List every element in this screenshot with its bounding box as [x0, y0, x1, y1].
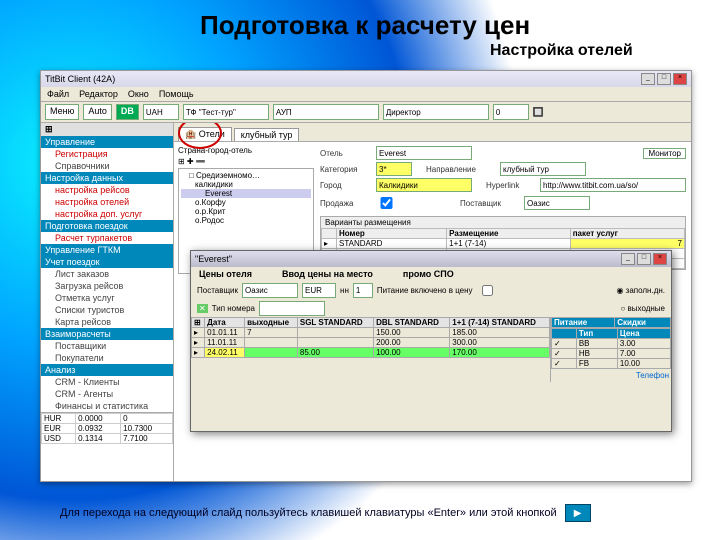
hotel-input[interactable]: [376, 146, 472, 160]
sidebar: ⊞ Управление Регистрация Справочники Нас…: [41, 123, 174, 481]
auto-button[interactable]: Auto: [83, 104, 112, 120]
director-field[interactable]: [383, 104, 489, 120]
menu-button[interactable]: Меню: [45, 104, 79, 120]
popup-close[interactable]: ×: [653, 253, 667, 265]
table-row[interactable]: ▸01.01.117150.00185.00: [192, 328, 550, 338]
aup-field[interactable]: [273, 104, 379, 120]
sidebar-item-finance[interactable]: Финансы и статистика: [41, 400, 173, 412]
rates-table: HUR0.00000 EUR0.093210.7300 USD0.13147.7…: [41, 412, 173, 444]
sidebar-grp-acct[interactable]: Учет поездок: [41, 256, 173, 268]
toolbar-end-icon[interactable]: 🔲: [533, 107, 544, 118]
sidebar-item-tourists[interactable]: Списки туристов: [41, 304, 173, 316]
nav-toggle[interactable]: ⊞: [41, 123, 173, 136]
category-input[interactable]: [376, 162, 412, 176]
sidebar-grp-manage[interactable]: Управление: [41, 136, 173, 148]
sidebar-item-crm-agents[interactable]: CRM - Агенты: [41, 388, 173, 400]
menu-window[interactable]: Окно: [128, 89, 149, 99]
sidebar-item-buyers[interactable]: Покупатели: [41, 352, 173, 364]
table-row[interactable]: ✓HB7.00: [552, 349, 671, 359]
room-type[interactable]: [259, 301, 325, 316]
popup-supplier[interactable]: [242, 283, 298, 298]
popup-min[interactable]: _: [621, 253, 635, 265]
firm-field[interactable]: [183, 104, 269, 120]
num-field[interactable]: [493, 104, 529, 120]
prices-table: ⊞ДатавыходныеSGL STANDARDDBL STANDARD1+1…: [191, 317, 550, 358]
sidebar-item-flights[interactable]: настройка рейсов: [41, 184, 173, 196]
maximize-button[interactable]: □: [657, 73, 671, 85]
prices-popup: "Everest" _□× Цены отеляВвод цены на мес…: [190, 250, 672, 432]
hyperlink-input[interactable]: [540, 178, 686, 192]
table-row[interactable]: ✓FB10.00: [552, 359, 671, 369]
menubar: Файл Редактор Окно Помощь: [41, 87, 691, 102]
table-row[interactable]: ▸24.02.1185.00100.00170.00: [192, 348, 550, 358]
sidebar-item-reg[interactable]: Регистрация: [41, 148, 173, 160]
db-button[interactable]: DB: [116, 104, 139, 120]
tab-hotels[interactable]: 🏨 Отели: [178, 127, 232, 141]
direction-input[interactable]: [500, 162, 586, 176]
minimize-button[interactable]: _: [641, 73, 655, 85]
phone-link[interactable]: Телефон: [551, 369, 671, 382]
close-button[interactable]: ×: [673, 73, 687, 85]
titlebar: TitBit Client (42A) _ □ ×: [41, 71, 691, 87]
meals-panel: ПитаниеСкидки ТипЦена ✓BB3.00 ✓HB7.00 ✓F…: [550, 317, 671, 382]
currency-field[interactable]: [143, 104, 179, 120]
food-checkbox[interactable]: [481, 285, 494, 296]
sidebar-item-crm-clients[interactable]: CRM - Клиенты: [41, 376, 173, 388]
table-row[interactable]: ▸11.01.11200.00300.00: [192, 338, 550, 348]
sidebar-grp-data[interactable]: Настройка данных: [41, 172, 173, 184]
toolbar: Меню Auto DB 🔲: [41, 102, 691, 123]
menu-file[interactable]: Файл: [47, 89, 69, 99]
popup-title: "Everest": [195, 254, 232, 264]
slide-title: Подготовка к расчету цен: [200, 10, 530, 41]
sidebar-item-orders[interactable]: Лист заказов: [41, 268, 173, 280]
sidebar-grp-gtkm[interactable]: Управление ГТКМ: [41, 244, 173, 256]
footer-text: Для перехода на следующий слайд пользуйт…: [60, 507, 557, 519]
sidebar-grp-trips[interactable]: Подготовка поездок: [41, 220, 173, 232]
tabbar: 🏨 Отели клубный тур: [174, 123, 691, 142]
city-input[interactable]: [376, 178, 472, 192]
sidebar-item-extras[interactable]: настройка доп. услуг: [41, 208, 173, 220]
provider-input[interactable]: [524, 196, 590, 210]
sidebar-grp-settle[interactable]: Взаиморасчеты: [41, 328, 173, 340]
popup-nn[interactable]: [353, 283, 373, 298]
sidebar-grp-analysis[interactable]: Анализ: [41, 364, 173, 376]
popup-currency[interactable]: [302, 283, 336, 298]
sidebar-item-services[interactable]: Отметка услуг: [41, 292, 173, 304]
sidebar-item-load[interactable]: Загрузка рейсов: [41, 280, 173, 292]
tab-tour[interactable]: клубный тур: [234, 128, 300, 141]
table-row[interactable]: ▸STANDARD1+1 (7-14)7: [322, 239, 685, 249]
sidebar-item-dict[interactable]: Справочники: [41, 160, 173, 172]
sidebar-item-calc[interactable]: Расчет турпакетов: [41, 232, 173, 244]
popup-max[interactable]: □: [637, 253, 651, 265]
next-button[interactable]: ▶: [565, 504, 591, 522]
footer: Для перехода на следующий слайд пользуйт…: [60, 504, 591, 522]
sale-checkbox[interactable]: [380, 197, 393, 209]
menu-editor[interactable]: Редактор: [79, 89, 118, 99]
monitor-button[interactable]: Монитор: [643, 148, 686, 159]
menu-help[interactable]: Помощь: [159, 89, 194, 99]
sidebar-item-hotels[interactable]: настройка отелей: [41, 196, 173, 208]
table-row[interactable]: ✓BB3.00: [552, 339, 671, 349]
window-title: TitBit Client (42A): [45, 74, 115, 84]
sidebar-item-flightmap[interactable]: Карта рейсов: [41, 316, 173, 328]
tree-label: Страна-город-отель: [178, 146, 314, 155]
slide-subtitle: Настройка отелей: [490, 42, 633, 60]
sidebar-item-suppliers[interactable]: Поставщики: [41, 340, 173, 352]
